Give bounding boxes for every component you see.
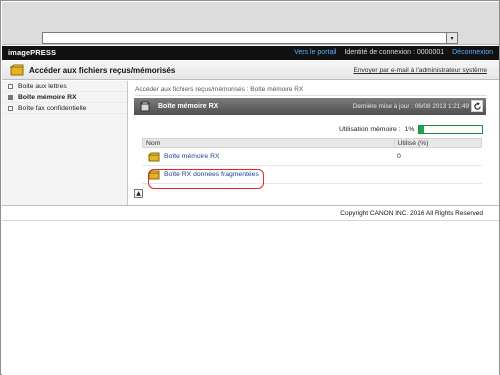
sidebar-item-memory-rx-inbox[interactable]: Boîte mémoire RX (2, 92, 127, 103)
row-name-cell: Boîte mémoire RX (142, 152, 394, 162)
logout-link[interactable]: Déconnexion (452, 49, 493, 56)
browser-frame: ▾ imagePRESS Vers le portail Identité de… (0, 0, 500, 375)
refresh-button[interactable] (471, 100, 483, 112)
memory-usage: Utilisation mémoire : 1% (339, 125, 484, 134)
box-folder-icon (10, 64, 24, 76)
login-id: Identité de connexion : 0000001 (344, 49, 445, 56)
page-title: Accéder aux fichiers reçus/mémorisés (29, 66, 176, 75)
back-to-top-button[interactable]: ▲ (134, 189, 143, 198)
caret-up-icon: ▲ (136, 190, 141, 197)
table-row: Boîte RX données fragmentées (142, 166, 482, 189)
brand-links: Vers le portail Identité de connexion : … (294, 49, 493, 56)
row-used-cell: 0 (397, 153, 401, 160)
panel-title: Boîte mémoire RX (158, 103, 219, 110)
panel-header: Boîte mémoire RX Dernière mise à jour : … (134, 98, 486, 115)
brand-name: imagePRESS (8, 48, 57, 57)
table-row: Boîte mémoire RX 0 (142, 148, 482, 166)
empty-area (2, 220, 499, 375)
sidebar-item-label: Boîte mémoire RX (18, 94, 77, 101)
address-bar[interactable]: ▾ (42, 32, 458, 44)
portal-link[interactable]: Vers le portail (294, 49, 336, 56)
highlight-outline (148, 168, 264, 189)
sidebar-item-confidential-fax-inbox[interactable]: Boîte fax confidentielle (2, 103, 127, 114)
page-header: Accéder aux fichiers reçus/mémorisés Env… (2, 61, 499, 80)
usage-percent: 1% (404, 126, 415, 133)
usage-label: Utilisation mémoire : (339, 126, 401, 133)
refresh-icon (473, 101, 481, 110)
breadcrumb: Accéder aux fichiers reçus/mémorisés : B… (135, 86, 487, 96)
sidebar-item-label: Boite aux lettres (18, 83, 67, 90)
main-content: Accéder aux fichiers reçus/mémorisés : B… (129, 81, 498, 205)
copyright-text: Copyright CANON INC. 2016 All Rights Res… (340, 210, 483, 217)
table-header: Nom Utilisé (%) (142, 138, 482, 148)
browser-toolbar: ▾ (2, 2, 499, 45)
column-used-header: Utilisé (%) (393, 139, 482, 147)
square-bullet-icon (8, 95, 13, 100)
sidebar-item-mailbox[interactable]: Boite aux lettres (2, 81, 127, 92)
square-bullet-icon (8, 84, 13, 89)
usage-bar-fill (419, 126, 425, 133)
sidebar: Boite aux lettres Boîte mémoire RX Boîte… (2, 81, 128, 205)
box-icon (148, 152, 160, 161)
sidebar-item-label: Boîte fax confidentielle (18, 105, 87, 112)
square-bullet-icon (8, 106, 13, 111)
memory-rx-inbox-link[interactable]: Boîte mémoire RX (164, 153, 220, 160)
usage-bar (418, 125, 484, 134)
chevron-down-icon: ▾ (450, 34, 454, 42)
row-name-cell: Boîte RX données fragmentées (142, 168, 394, 189)
address-dropdown-button[interactable]: ▾ (446, 33, 457, 43)
email-admin-link[interactable]: Envoyer par e-mail à l'administrateur sy… (353, 67, 487, 74)
storage-box-icon (140, 101, 150, 112)
footer: Copyright CANON INC. 2016 All Rights Res… (2, 205, 499, 219)
column-name-header: Nom (146, 139, 161, 147)
brand-bar: imagePRESS Vers le portail Identité de c… (2, 46, 499, 60)
last-updated: Dernière mise à jour : 06/08 2013 1:21:4… (352, 103, 469, 110)
inbox-table: Nom Utilisé (%) Boîte mémoire RX 0 Boîte… (142, 138, 482, 189)
